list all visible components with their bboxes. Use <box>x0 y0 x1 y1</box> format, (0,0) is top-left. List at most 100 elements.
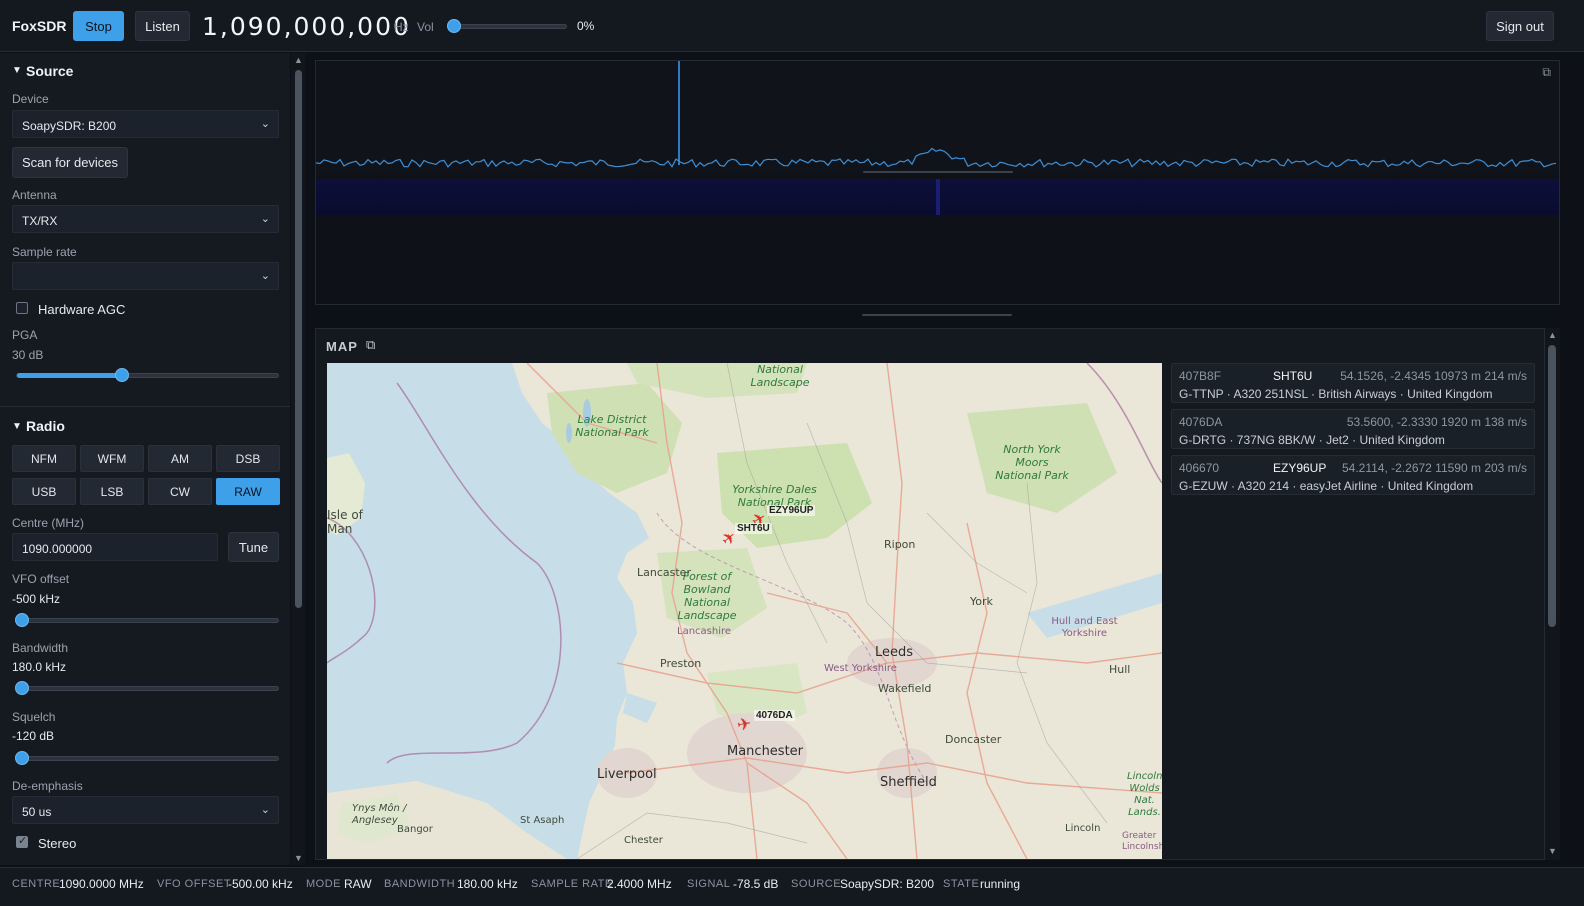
sample-rate-select[interactable]: ⌄ <box>12 262 279 290</box>
map-label-hull-east-yorkshire: Hull and East Yorkshire <box>1051 616 1118 639</box>
pga-slider[interactable] <box>16 368 279 382</box>
map-label-lancaster: Lancaster <box>637 566 691 579</box>
status-source-value: SoapySDR: B200 <box>840 877 935 891</box>
map-label-lincoln: Lincoln <box>1065 823 1101 834</box>
chevron-down-icon: ⌄ <box>260 804 270 816</box>
aircraft-row[interactable]: 4076DA 53.5600, -2.3330 1920 m 138 m/s G… <box>1171 409 1535 449</box>
antenna-select[interactable]: TX/RX ⌄ <box>12 205 279 233</box>
frequency-unit: Hz <box>394 20 409 34</box>
de-emphasis-label: De-emphasis <box>12 779 83 793</box>
device-label: Device <box>12 92 49 106</box>
sidebar-scrollbar-thumb[interactable] <box>295 70 302 608</box>
squelch-value: -120 dB <box>12 729 55 743</box>
tune-button[interactable]: Tune <box>228 532 279 562</box>
aircraft-row[interactable]: 406670 EZY96UP 54.2114, -2.2672 11590 m … <box>1171 455 1535 495</box>
map-label-st-asaph: St Asaph <box>520 815 565 826</box>
stereo-checkbox[interactable] <box>16 834 28 848</box>
aircraft-row[interactable]: 407B8F SHT6U 54.1526, -2.4345 10973 m 21… <box>1171 363 1535 403</box>
scroll-up-icon[interactable]: ▲ <box>294 55 303 65</box>
spectrum-panel[interactable]: ⧉ <box>315 60 1560 305</box>
scan-devices-button[interactable]: Scan for devices <box>12 147 128 178</box>
map-label-preston: Preston <box>660 657 702 670</box>
mode-button-cw[interactable]: CW <box>148 478 212 505</box>
status-vfo-value: -500.00 kHz <box>228 877 293 891</box>
device-select[interactable]: SoapySDR: B200 ⌄ <box>12 110 279 138</box>
pga-slider-thumb[interactable] <box>115 368 129 382</box>
centre-label: Centre (MHz) <box>12 516 85 530</box>
app-root: FoxSDR Stop Listen 1,090,000,000 Hz Vol … <box>0 0 1584 906</box>
centre-input[interactable]: 1090.000000 <box>12 533 218 561</box>
aircraft-info: G-DRTG · 737NG 8BK/W · Jet2 · United Kin… <box>1179 433 1445 447</box>
map-view[interactable]: National Landscape Lake District Nationa… <box>327 363 1162 859</box>
aircraft-info: G-EZUW · A320 214 · easyJet Airline · Un… <box>1179 479 1474 493</box>
map-label-doncaster: Doncaster <box>945 733 1002 746</box>
mode-button-nfm[interactable]: NFM <box>12 445 76 472</box>
scroll-down-icon[interactable]: ▼ <box>1548 846 1557 856</box>
hardware-agc-checkbox[interactable] <box>16 302 28 314</box>
status-centre-value: 1090.0000 MHz <box>59 877 144 891</box>
status-vfo-label: VFO OFFSET <box>157 878 232 890</box>
status-bar: CENTRE 1090.0000 MHz VFO OFFSET -500.00 … <box>0 867 1584 906</box>
aircraft-callsign: EZY96UP <box>1273 461 1327 475</box>
chevron-down-icon: ⌄ <box>260 270 270 282</box>
mode-button-raw[interactable]: RAW <box>216 478 280 505</box>
antenna-label: Antenna <box>12 188 57 202</box>
map-label-isle-of-man: Isle of Man <box>327 508 363 536</box>
antenna-select-value: TX/RX <box>22 214 58 228</box>
popout-icon[interactable]: ⧉ <box>366 337 375 353</box>
hardware-agc-label: Hardware AGC <box>38 302 126 317</box>
bandwidth-slider[interactable] <box>15 681 279 695</box>
status-centre-label: CENTRE <box>12 878 61 890</box>
aircraft-callsign: SHT6U <box>1273 369 1313 383</box>
aircraft-position: 54.1526, -2.4345 10973 m 214 m/s <box>1340 369 1527 383</box>
bandwidth-slider-thumb[interactable] <box>15 681 29 695</box>
device-select-value: SoapySDR: B200 <box>22 119 117 133</box>
stop-button[interactable]: Stop <box>73 11 124 41</box>
volume-label: Vol <box>417 20 434 34</box>
top-bar: FoxSDR Stop Listen 1,090,000,000 Hz Vol … <box>0 0 1584 52</box>
squelch-slider[interactable] <box>15 751 279 765</box>
status-bandwidth-label: BANDWIDTH <box>384 878 456 890</box>
triangle-down-icon: ▼ <box>12 421 22 432</box>
map-title: MAP <box>326 339 358 354</box>
aircraft-hex: 406670 <box>1179 461 1220 475</box>
squelch-slider-thumb[interactable] <box>15 751 29 765</box>
triangle-down-icon: ▼ <box>12 65 22 76</box>
sidebar: ▼ Source Device SoapySDR: B200 ⌄ Scan fo… <box>0 53 290 865</box>
map-label-lancashire: Lancashire <box>677 626 732 637</box>
pga-value: 30 dB <box>12 348 44 362</box>
status-signal-value: -78.5 dB <box>733 877 779 891</box>
panel-resize-handle[interactable] <box>862 314 1012 316</box>
vfo-offset-slider-thumb[interactable] <box>15 613 29 627</box>
airplane-icon[interactable]: ✈ <box>735 714 752 735</box>
mode-button-usb[interactable]: USB <box>12 478 76 505</box>
map-label-greater-lincolnshire: Greater Lincolnsh. <box>1122 831 1162 852</box>
scroll-up-icon[interactable]: ▲ <box>1548 330 1557 340</box>
radio-section-title: Radio <box>26 418 65 434</box>
map-panel-scrollbar-thumb[interactable] <box>1548 345 1556 627</box>
mode-button-am[interactable]: AM <box>148 445 212 472</box>
sign-out-button[interactable]: Sign out <box>1486 11 1554 41</box>
spectrum-graph[interactable] <box>315 61 1559 175</box>
bandwidth-label: Bandwidth <box>12 641 69 655</box>
vfo-offset-slider[interactable] <box>15 613 279 627</box>
stereo-label: Stereo <box>38 836 77 851</box>
volume-slider[interactable] <box>447 19 567 33</box>
mode-button-lsb[interactable]: LSB <box>80 478 144 505</box>
pga-slider-fill <box>17 373 122 378</box>
mode-button-wfm[interactable]: WFM <box>80 445 144 472</box>
aircraft-hex: 4076DA <box>1179 415 1223 429</box>
map-label-sheffield: Sheffield <box>880 775 937 790</box>
frequency-display[interactable]: 1,090,000,000 <box>202 12 411 41</box>
popout-icon[interactable]: ⧉ <box>1542 65 1551 80</box>
de-emphasis-select[interactable]: 50 us ⌄ <box>12 796 279 824</box>
listen-button[interactable]: Listen <box>135 11 190 41</box>
spectrum-resize-handle[interactable] <box>863 171 1013 173</box>
mode-button-dsb[interactable]: DSB <box>216 445 280 472</box>
volume-slider-thumb[interactable] <box>447 19 461 33</box>
status-mode-value: RAW <box>344 877 372 891</box>
source-section-title: Source <box>26 63 74 79</box>
scroll-down-icon[interactable]: ▼ <box>294 853 303 863</box>
section-divider <box>0 406 290 407</box>
aircraft-position: 53.5600, -2.3330 1920 m 138 m/s <box>1346 415 1527 429</box>
